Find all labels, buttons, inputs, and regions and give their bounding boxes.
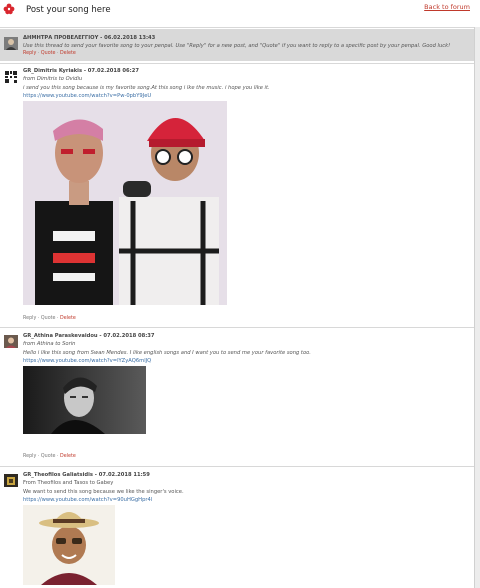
avatar: [4, 36, 18, 50]
post-text: Use this thread to send your favorite so…: [23, 43, 451, 49]
youtube-link[interactable]: https://www.youtube.com/watch?v=Pw-0pbY9…: [23, 93, 151, 99]
post-image: [23, 505, 115, 585]
post-item: GR_Dimitris Kyriakis - 07.02.2018 06:27 …: [0, 64, 474, 328]
post-date: - 06.02.2018 13:43: [98, 35, 156, 41]
flower-logo-icon: [3, 3, 15, 15]
reply-button[interactable]: Reply: [23, 51, 36, 56]
delete-button[interactable]: Delete: [60, 316, 76, 321]
post-date: - 07.02.2018 06:27: [82, 68, 139, 74]
post-image: [23, 101, 227, 305]
delete-button[interactable]: Delete: [60, 51, 76, 56]
reply-button[interactable]: Reply: [23, 454, 36, 459]
post-item: GR_Theofilos Galiatsidis - 07.02.2018 11…: [0, 468, 474, 588]
post-text: Hello i like this song from Swan Mendes.…: [23, 350, 311, 356]
post-text: i send you this song because is my favor…: [23, 85, 270, 91]
post-date: - 07.02.2018 11:59: [92, 472, 150, 478]
post-author: GR_Theofilos Galiatsidis: [23, 472, 93, 478]
quote-button[interactable]: Quote: [41, 316, 56, 321]
post-actions: Reply · Quote · Delete: [23, 316, 76, 321]
top-bar: Post your song here Back to forum: [0, 0, 480, 22]
post-header: GR_Athina Paraskevaidou - 07.02.2018 08:…: [23, 333, 155, 339]
post-from: From Theofilos and Tasos to Gabey: [23, 480, 114, 486]
post-header: GR_Theofilos Galiatsidis - 07.02.2018 11…: [23, 472, 150, 478]
post-actions: Reply · Quote · Delete: [23, 51, 76, 56]
post-divider: [0, 466, 474, 467]
header-divider: [0, 27, 474, 28]
post-author: ΔΗΜΗΤΡΑ ΠΡΟΒΕΛΕΓΓΙΟΥ: [23, 35, 99, 41]
post-item: GR_Athina Paraskevaidou - 07.02.2018 08:…: [0, 329, 474, 465]
avatar: [4, 69, 18, 83]
reply-button[interactable]: Reply: [23, 316, 36, 321]
post-author: GR_Dimitris Kyriakis: [23, 68, 83, 74]
post-from: from Athina to Sorin: [23, 341, 76, 347]
post-author: GR_Athina Paraskevaidou: [23, 333, 98, 339]
post-date: - 07.02.2018 08:37: [97, 333, 155, 339]
post-divider: [0, 327, 474, 328]
post-header: ΔΗΜΗΤΡΑ ΠΡΟΒΕΛΕΓΓΙΟΥ - 06.02.2018 13:43: [23, 35, 155, 41]
youtube-link[interactable]: https://www.youtube.com/watch?v=lYZyAQ6m…: [23, 358, 151, 364]
pinned-post: ΔΗΜΗΤΡΑ ΠΡΟΒΕΛΕΓΓΙΟΥ - 06.02.2018 13:43 …: [0, 29, 474, 61]
scrollbar-track[interactable]: [474, 27, 480, 588]
post-actions: Reply · Quote · Delete: [23, 454, 76, 459]
back-to-forum-link[interactable]: Back to forum: [424, 3, 470, 11]
avatar: [4, 473, 18, 487]
delete-button[interactable]: Delete: [60, 454, 76, 459]
avatar: [4, 334, 18, 348]
page-title: Post your song here: [26, 5, 111, 15]
youtube-link[interactable]: https://www.youtube.com/watch?v=90uHGgHp…: [23, 497, 152, 503]
post-text: We want to send this song because we lik…: [23, 489, 184, 495]
quote-button[interactable]: Quote: [41, 454, 56, 459]
quote-button[interactable]: Quote: [41, 51, 56, 56]
post-image: [23, 366, 146, 434]
post-from: from Dimitris to Ovidiu: [23, 76, 83, 82]
post-header: GR_Dimitris Kyriakis - 07.02.2018 06:27: [23, 68, 139, 74]
